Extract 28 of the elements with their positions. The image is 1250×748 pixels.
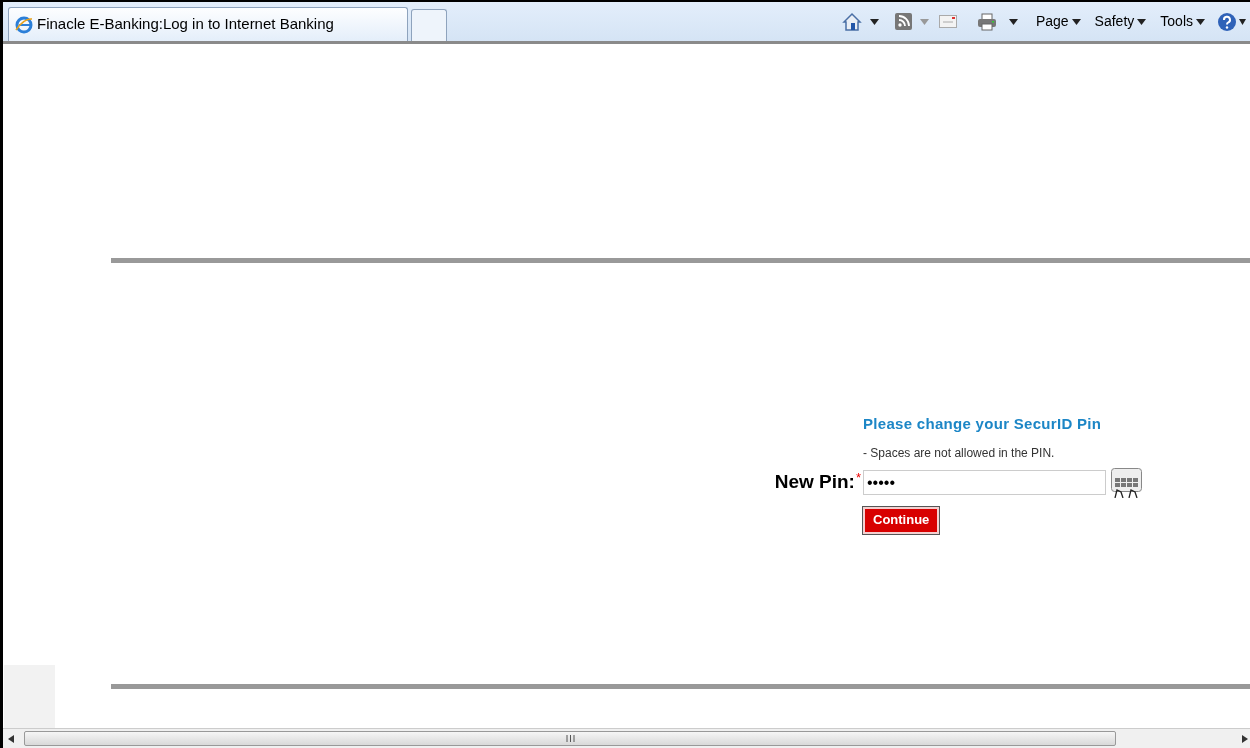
mail-icon[interactable]: [938, 15, 957, 28]
caret-icon: [1071, 18, 1081, 25]
scroll-left-icon[interactable]: [8, 734, 14, 743]
caret-icon: [1196, 18, 1205, 25]
pin-field[interactable]: •••••: [863, 470, 1106, 495]
required-mark: *: [855, 469, 861, 488]
continue-button[interactable]: Continue: [863, 506, 940, 534]
printer-icon[interactable]: [976, 12, 997, 31]
caret-icon[interactable]: [1008, 18, 1018, 25]
toolbar-menu[interactable]: Tools: [1160, 11, 1205, 32]
hint-text: - Spaces are not allowed in the PIN.: [863, 444, 1055, 462]
caret-icon[interactable]: [869, 18, 879, 25]
grip-icon: [565, 735, 575, 742]
caret-icon[interactable]: [1239, 18, 1246, 25]
field-label: New Pin:: [774, 470, 855, 495]
scroll-right-icon[interactable]: [1242, 734, 1248, 743]
feed-icon[interactable]: [894, 13, 912, 30]
side-panel: [4, 665, 55, 728]
browser-logo-icon: [15, 15, 33, 34]
browser-tab[interactable]: Finacle E-Banking:Log in to Internet Banking: [8, 7, 408, 41]
tab-title: Finacle E-Banking:Log in to Internet Banking: [37, 14, 334, 35]
home-icon[interactable]: [841, 11, 862, 32]
caret-icon: [1137, 18, 1147, 25]
virtual-keyboard-icon[interactable]: [1111, 467, 1142, 498]
help-icon[interactable]: [1217, 11, 1237, 32]
toolbar-menu[interactable]: Page: [1035, 11, 1081, 32]
toolbar-menu[interactable]: Safety: [1094, 11, 1147, 32]
form-heading: Please change your SecurID Pin: [863, 414, 1102, 434]
